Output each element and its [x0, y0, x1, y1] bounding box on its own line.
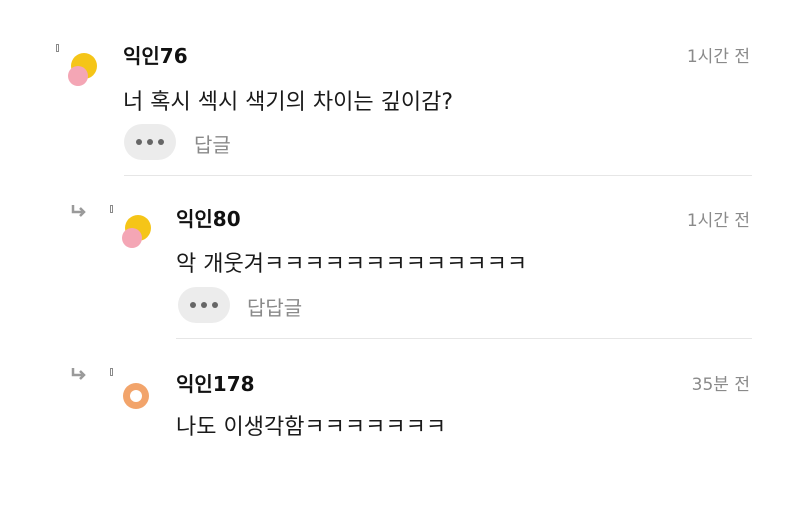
divider — [124, 175, 752, 176]
reply-button[interactable]: 답글 — [194, 129, 231, 158]
reply-arrow-icon — [71, 368, 86, 380]
comment-text: 나도 이생각함ㅋㅋㅋㅋㅋㅋㅋ — [176, 415, 447, 440]
divider — [176, 338, 752, 339]
yellow-pink-avatar-icon[interactable] — [64, 52, 100, 88]
marker-icon — [56, 44, 59, 52]
more-dots-icon — [190, 302, 196, 308]
comment-timestamp: 1시간 전 — [686, 47, 750, 67]
marker-icon — [110, 368, 113, 376]
comment-timestamp: 35분 전 — [691, 375, 750, 395]
more-button[interactable] — [178, 287, 230, 323]
comment-text: 악 개웃겨ㅋㅋㅋㅋㅋㅋㅋㅋㅋㅋㅋㅋㅋ — [176, 252, 528, 277]
reply-arrow-icon — [71, 205, 86, 217]
comment-text: 너 혹시 섹시 색기의 차이는 깊이감? — [123, 90, 454, 115]
comment-thread: 익인76 1시간 전 너 혹시 섹시 색기의 차이는 깊이감? 답글 익인80 … — [0, 0, 800, 514]
orange-ring-avatar-icon[interactable] — [118, 378, 154, 414]
comment-author[interactable]: 익인80 — [176, 203, 241, 232]
comment-author[interactable]: 익인178 — [176, 368, 255, 397]
comment-author[interactable]: 익인76 — [123, 40, 188, 69]
more-button[interactable] — [124, 124, 176, 160]
more-dots-icon — [136, 139, 142, 145]
yellow-pink-avatar-icon[interactable] — [118, 214, 154, 250]
reply-button[interactable]: 답답글 — [247, 292, 302, 321]
marker-icon — [110, 205, 113, 213]
comment-timestamp: 1시간 전 — [686, 211, 750, 231]
